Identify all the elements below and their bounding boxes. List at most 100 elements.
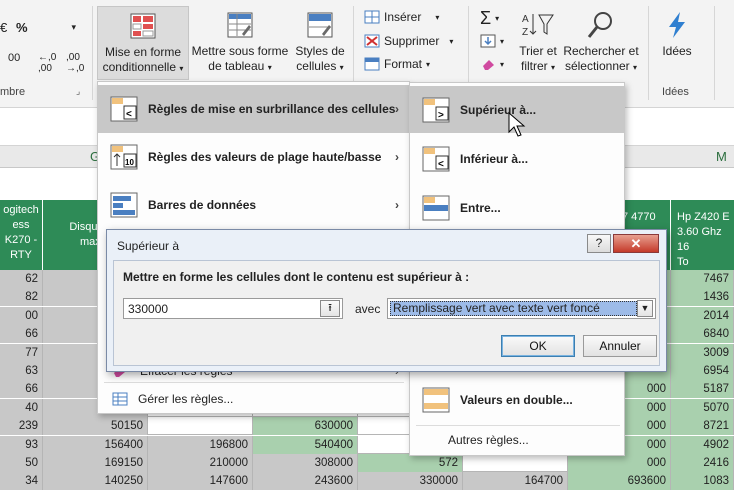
table-cell[interactable]: 93 [0,435,43,454]
table-cell[interactable]: 000 [568,454,671,472]
decrease-decimal-icon-2[interactable]: ,00 →,0 [66,52,84,74]
table-cell[interactable]: 156400 [43,435,148,454]
table-cell[interactable]: 5070 [671,398,734,417]
table-cell[interactable]: 5187 [671,380,734,399]
table-cell[interactable]: 8721 [671,417,734,436]
table-cell[interactable]: 308000 [253,454,358,472]
lightning-icon [669,12,685,38]
table-cell[interactable]: 630000 [253,417,358,436]
cell-styles-button[interactable]: Styles de cellules ▾ [290,6,350,80]
table-cell[interactable]: 169150 [43,454,148,472]
table-cell[interactable]: 77 [0,343,43,362]
ok-button[interactable]: OK [501,335,575,357]
chevron-down-icon: ▾ [179,64,184,73]
autosum-button[interactable]: Σ ▾ [480,8,499,29]
menu-item-highlight-rules[interactable]: < Règles de mise en surbrillance des cel… [98,85,409,133]
dialog-body: Mettre en forme les cellules dont le con… [113,260,660,366]
conditional-formatting-icon [130,13,156,39]
submenu-item-duplicates[interactable]: Valeurs en double... [410,376,624,423]
threshold-input[interactable]: 330000 ⭱ [123,298,343,319]
header-cell-logitech[interactable]: ogitech ess K270 - RTY [0,200,42,270]
table-cell[interactable]: 164700 [463,472,568,490]
table-cell[interactable]: 66 [0,325,43,344]
table-cell[interactable]: 540400 [253,435,358,454]
header-cell-hp[interactable]: Hp Z420 E 3.60 Ghz 16 To [671,200,734,270]
fill-button[interactable]: ▾ [480,34,504,48]
delete-button[interactable]: Supprimer ▾ [364,34,453,48]
help-button[interactable]: ? [587,234,611,253]
menu-item-manage-rules[interactable]: Gérer les règles... [98,388,409,410]
less-than-icon: < [422,146,450,171]
conditional-formatting-button[interactable]: Mise en forme conditionnelle ▾ [97,6,189,80]
table-cell[interactable]: 6840 [671,325,734,344]
table-cell[interactable]: 1436 [671,288,734,307]
format-cells-icon [364,57,380,71]
menu-item-data-bars[interactable]: Barres de données › [98,181,409,229]
duplicate-values-icon [422,387,450,412]
chevron-down-icon: ▾ [551,63,556,72]
svg-text:<: < [126,109,132,120]
table-cell[interactable]: 50150 [43,417,148,436]
table-cell[interactable]: 63 [0,362,43,380]
menu-item-top-bottom-rules[interactable]: 10 Règles des valeurs de plage haute/bas… [98,133,409,181]
table-cell[interactable]: 00 [0,306,43,325]
eraser-icon [483,60,494,70]
insert-button[interactable]: Insérer ▾ [364,10,439,24]
table-cell[interactable]: 147600 [148,472,253,490]
table-cell[interactable]: 693600 [568,472,671,490]
chevron-down-icon[interactable]: ▼ [637,300,653,317]
table-cell[interactable]: 210000 [148,454,253,472]
table-cell[interactable] [463,454,568,472]
ribbon-separator [648,6,649,100]
number-format-dropdown[interactable]: ▾ [0,20,80,40]
sort-filter-button[interactable]: A Z Trier et filtrer ▾ [514,6,562,80]
table-cell[interactable]: 239 [0,417,43,436]
cancel-button[interactable]: Annuler [583,335,657,357]
table-cell[interactable]: 3009 [671,343,734,362]
submenu-item-more-rules[interactable]: Autres règles... [410,429,624,451]
dialog-launcher-icon[interactable]: ⌟ [76,86,80,97]
format-select[interactable]: Remplissage vert avec texte vert foncé ▼ [387,298,656,319]
table-cell[interactable]: 140250 [43,472,148,490]
increase-decimal-button[interactable]: 00 [8,52,20,64]
close-button[interactable]: ✕ [613,234,659,253]
format-as-table-button[interactable]: Mettre sous forme de tableau ▾ [190,6,290,80]
collapse-dialog-button[interactable]: ⭱ [320,300,340,317]
ideas-button[interactable]: Idées [656,6,698,80]
table-cell[interactable]: 572 [358,454,463,472]
insert-cells-icon [364,10,380,24]
find-select-button[interactable]: Rechercher et sélectionner ▾ [562,6,640,80]
greater-than-dialog: Supérieur à ? ✕ Mettre en forme les cell… [106,229,667,372]
table-cell[interactable]: 6954 [671,362,734,380]
svg-text:>: > [438,110,444,121]
table-cell[interactable]: 62 [0,270,43,288]
manage-rules-icon [112,392,128,406]
table-cell[interactable]: 2416 [671,454,734,472]
delete-cells-icon [364,34,380,48]
table-cell[interactable]: 40 [0,398,43,417]
table-cell[interactable]: 50 [0,454,43,472]
svg-text:10: 10 [125,158,134,167]
chevron-down-icon: ▾ [71,22,76,32]
ideas-group-label: Idées [662,86,689,98]
table-cell[interactable]: 82 [0,288,43,307]
decrease-decimal-icon[interactable]: ←,0,00 [38,52,56,74]
submenu-item-less-than[interactable]: < Inférieur à... [410,135,624,182]
data-bars-icon [110,192,138,218]
table-cell[interactable]: 196800 [148,435,253,454]
table-cell[interactable] [148,417,253,436]
table-cell[interactable]: 243600 [253,472,358,490]
table-cell[interactable]: 34 [0,472,43,490]
table-cell[interactable]: 2014 [671,306,734,325]
table-cell[interactable]: 330000 [358,472,463,490]
table-cell[interactable]: 7467 [671,270,734,288]
column-header-m[interactable]: M [716,149,727,164]
table-cell[interactable]: 4902 [671,435,734,454]
table-cell[interactable]: 66 [0,380,43,399]
table-cell[interactable]: 1083 [671,472,734,490]
chevron-right-icon: › [395,198,399,212]
submenu-item-between[interactable]: Entre... [410,184,624,231]
chevron-down-icon: ▾ [267,63,272,72]
format-button[interactable]: Format ▾ [364,57,430,71]
clear-button[interactable]: ▾ [480,57,504,71]
